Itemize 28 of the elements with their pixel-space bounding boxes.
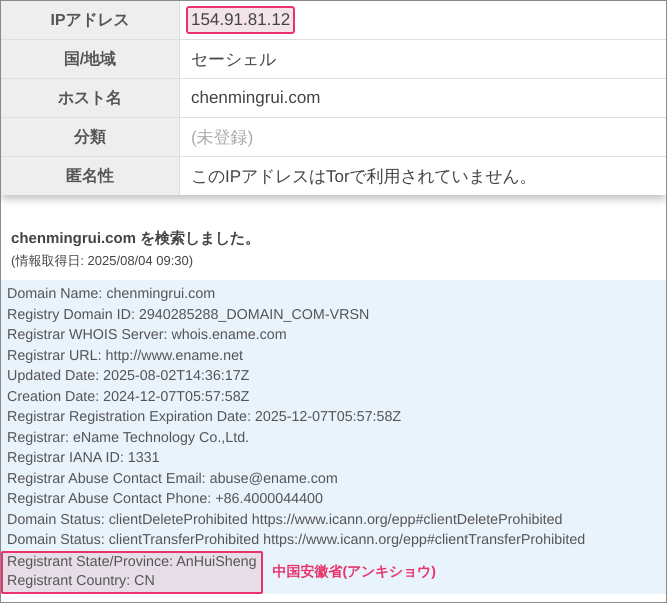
whois-line: Registrar Abuse Contact Phone: +86.4000044400 <box>7 490 324 509</box>
whois-line: Registrar IANA ID: 1331 <box>7 449 161 468</box>
fetched-date: (情報取得日: 2025/08/04 09:30) <box>11 252 194 270</box>
row-value: セーシェル <box>190 48 277 70</box>
whois-line: Registrar Abuse Contact Email: abuse@ename.com <box>7 470 339 488</box>
row-label: 国/地域 <box>1 40 180 78</box>
row-value: このIPアドレスはTorで利用されていません。 <box>190 166 538 188</box>
search-heading: chenmingrui.com を検索しました。 <box>11 229 262 248</box>
whois-line: Domain Name: chenmingrui.com <box>7 285 216 304</box>
row-label: ホスト名 <box>1 79 180 117</box>
whois-line: Registrant State/Province: AnHuiSheng <box>7 552 257 572</box>
whois-line: Domain Status: clientDeleteProhibited https://www.icann.org/epp#clientDeleteProhibited <box>7 510 564 530</box>
row-value: chenmingrui.com <box>190 87 322 109</box>
whois-line: Creation Date: 2024-12-07T05:57:58Z <box>7 388 250 406</box>
row-label: 匿名性 <box>1 157 180 195</box>
row-label: IPアドレス <box>1 1 180 39</box>
whois-line: Domain Status: clientTransferProhibited https://www.icann.org/epp#clientTransferProhibited <box>7 531 586 550</box>
whois-line: Registrar: eName Technology Co.,Ltd. <box>7 428 250 448</box>
whois-line: Registry Domain ID: 2940285288_DOMAIN_COM-VRSN <box>7 306 370 324</box>
annotation-note: 中国安徽省(アンキショウ) <box>272 563 436 581</box>
row-value: 154.91.81.12 <box>186 6 296 34</box>
whois-line: Registrant Country: CN <box>7 572 156 591</box>
row-value: (未登録) <box>190 126 254 148</box>
whois-line: Registrar URL: http://www.ename.net <box>7 346 244 366</box>
whois-line: Registrar Registration Expiration Date: 2025-12-07T05:57:58Z <box>7 408 402 427</box>
whois-line: Registrar WHOIS Server: whois.ename.com <box>7 326 288 345</box>
whois-line: Updated Date: 2025-08-02T14:36:17Z <box>7 367 250 386</box>
row-label: 分類 <box>1 118 180 156</box>
